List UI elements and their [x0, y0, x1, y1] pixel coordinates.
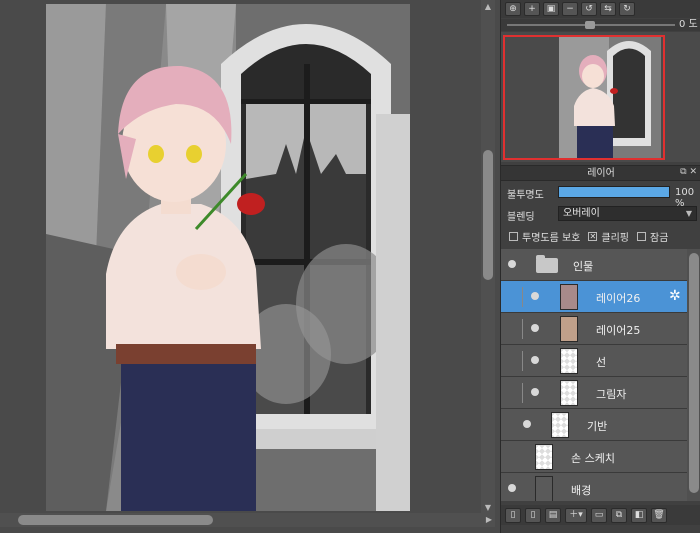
close-icon[interactable]: ✕	[689, 167, 697, 177]
zoom-out-icon[interactable]: −	[562, 2, 578, 16]
rotation-angle-readout: 0 도	[679, 19, 698, 30]
canvas-horizontal-scrollbar[interactable]: ▶	[0, 513, 495, 527]
new-layer-option-icon[interactable]: ▯	[525, 507, 541, 523]
layer-list-scrollbar[interactable]	[687, 249, 700, 501]
layer-name: 선	[596, 356, 607, 369]
blend-mode-value: 오버레이	[563, 208, 600, 219]
layer-name: 기반	[587, 420, 608, 433]
copy-layer-icon[interactable]: ▤	[545, 507, 561, 523]
navigator-preview[interactable]	[501, 32, 700, 162]
layer-mask-icon[interactable]: ◧	[631, 507, 647, 523]
layer-row[interactable]: 그림자	[501, 377, 687, 409]
clip-indicator	[522, 287, 523, 307]
layer-thumbnail	[535, 476, 553, 501]
rotate-left-icon[interactable]: ↺	[581, 2, 597, 16]
clip-indicator	[522, 383, 523, 403]
new-folder-icon[interactable]: ▭	[591, 507, 607, 523]
visibility-eye-icon[interactable]	[508, 260, 516, 268]
layer-options: 투명도름 보호 ✕ 클리핑 잠금	[501, 229, 700, 244]
navigator-rotation-slider[interactable]: 0 도	[501, 19, 700, 31]
rotate-right-icon[interactable]: ↻	[619, 2, 635, 16]
layer-row[interactable]: 손 스케치	[501, 441, 687, 473]
app-window: ▲ ▼ ▶ ⊕ + ▣ − ↺ ⇆ ↻ 0 도 레이어 ⧉ ✕ 불투명도 100…	[0, 0, 700, 533]
layer-name: 배경	[571, 484, 592, 497]
layer-row[interactable]: 배경	[501, 473, 687, 501]
clip-indicator	[522, 319, 523, 339]
panel-header-icons: ⧉ ✕	[680, 167, 697, 177]
navigator-viewport-frame[interactable]	[503, 35, 665, 160]
trash-icon[interactable]: 🗑	[651, 507, 667, 523]
checkbox-box-checked: ✕	[588, 231, 598, 241]
layer-name: 레이어25	[596, 324, 641, 337]
layer-thumbnail	[535, 444, 553, 470]
clip-indicator	[522, 351, 523, 371]
layer-row-selected[interactable]: 레이어26 ✲	[501, 281, 687, 313]
layer-panel-header: 레이어 ⧉ ✕	[501, 165, 700, 181]
layer-thumbnail	[560, 380, 578, 406]
layer-row[interactable]: 레이어25	[501, 313, 687, 345]
lock-checkbox[interactable]: 잠금	[637, 229, 668, 244]
opacity-label: 불투명도	[507, 190, 544, 201]
lock-label: 잠금	[650, 232, 669, 244]
layer-row-folder[interactable]: 인물	[501, 249, 687, 281]
folder-icon	[536, 255, 558, 273]
chevron-down-icon: ▼	[685, 209, 692, 218]
scroll-right-arrow-icon[interactable]: ▶	[484, 515, 494, 525]
visibility-eye-icon[interactable]	[531, 388, 539, 396]
canvas-vertical-scrollbar[interactable]: ▲ ▼	[481, 0, 495, 515]
navigator-toolbar: ⊕ + ▣ − ↺ ⇆ ↻	[501, 0, 700, 18]
layer-list-scroll-thumb[interactable]	[689, 253, 699, 493]
layer-row[interactable]: 선	[501, 345, 687, 377]
zoom-in-icon[interactable]: +	[524, 2, 540, 16]
opacity-slider-fill	[559, 187, 669, 197]
protect-alpha-checkbox[interactable]: 투명도름 보호	[509, 229, 580, 244]
layer-row[interactable]: 기반	[501, 409, 687, 441]
zoom-fit-icon[interactable]: ⊕	[505, 2, 521, 16]
fit-window-icon[interactable]: ▣	[543, 2, 559, 16]
clipping-label: 클리핑	[601, 232, 629, 244]
checkbox-box	[637, 231, 646, 241]
new-layer-icon[interactable]: ▯	[505, 507, 521, 523]
layer-thumbnail	[560, 316, 578, 342]
checkbox-box	[509, 231, 518, 241]
layer-name: 손 스케치	[571, 452, 615, 465]
flip-icon[interactable]: ⇆	[600, 2, 616, 16]
layer-name: 인물	[573, 260, 594, 273]
layer-panel-title: 레이어	[587, 168, 615, 179]
layer-list: 인물 레이어26 ✲ 레이어25 선 그림자 기반 손 스케치 배경	[501, 249, 687, 501]
canvas-vertical-scroll-thumb[interactable]	[483, 150, 493, 280]
gear-icon[interactable]: ✲	[669, 288, 681, 304]
clipping-checkbox[interactable]: ✕ 클리핑	[588, 229, 629, 244]
add-layer-menu-icon[interactable]: ＋▾	[565, 507, 587, 523]
blend-label: 블렌딩	[507, 212, 535, 223]
layer-name: 그림자	[596, 388, 627, 401]
layer-thumbnail	[560, 284, 578, 310]
popout-icon[interactable]: ⧉	[680, 167, 686, 177]
right-panel: ⊕ + ▣ − ↺ ⇆ ↻ 0 도 레이어 ⧉ ✕ 불투명도 100 % 블렌딩…	[500, 0, 700, 533]
opacity-slider[interactable]	[558, 186, 670, 198]
artwork-canvas[interactable]	[46, 4, 410, 511]
protect-alpha-label: 투명도름 보호	[522, 232, 581, 244]
blend-mode-select[interactable]: 오버레이 ▼	[558, 206, 697, 221]
visibility-eye-icon[interactable]	[531, 324, 539, 332]
layer-thumbnail	[551, 412, 569, 438]
scroll-down-arrow-icon[interactable]: ▼	[483, 503, 493, 513]
visibility-eye-icon[interactable]	[531, 292, 539, 300]
layer-thumbnail	[560, 348, 578, 374]
canvas-area[interactable]: ▲ ▼ ▶	[0, 0, 500, 533]
scroll-up-arrow-icon[interactable]: ▲	[483, 2, 493, 12]
layer-toolbar: ▯ ▯ ▤ ＋▾ ▭ ⧉ ◧ 🗑	[501, 505, 700, 525]
visibility-eye-icon[interactable]	[508, 484, 516, 492]
slider-thumb[interactable]	[585, 21, 595, 29]
visibility-eye-icon[interactable]	[523, 420, 531, 428]
merge-layer-icon[interactable]: ⧉	[611, 507, 627, 523]
layer-name: 레이어26	[596, 292, 641, 305]
canvas-horizontal-scroll-thumb[interactable]	[18, 515, 213, 525]
visibility-eye-icon[interactable]	[531, 356, 539, 364]
